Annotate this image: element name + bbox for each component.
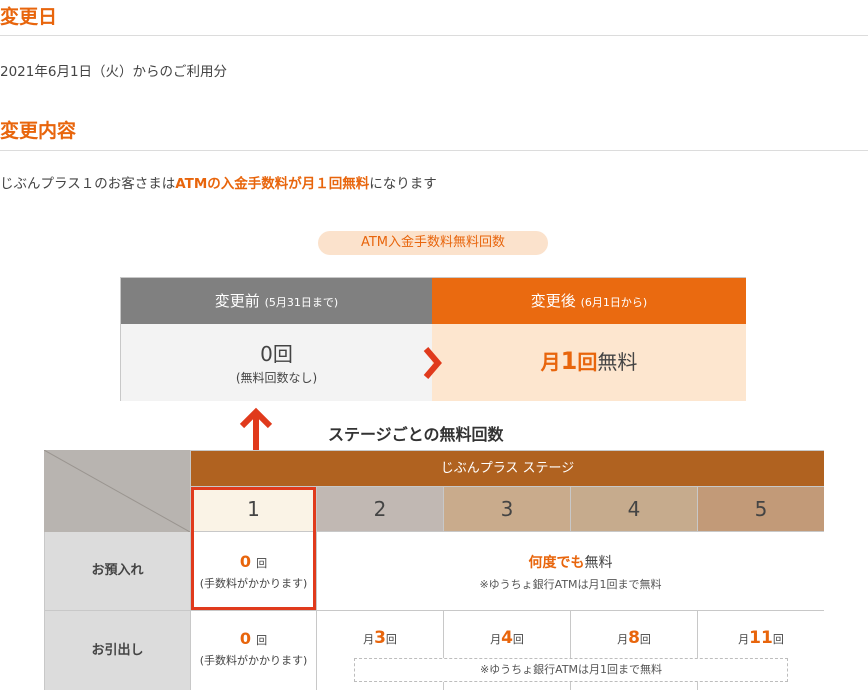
withdraw-unit: 回 [385,633,397,646]
before-value: 0回 [260,342,293,366]
withdraw-stage1-note: (手数料がかかります) [199,654,308,667]
change-date-text: 2021年6月1日（火）からのご利用分 [0,64,228,80]
row-label-deposit: お預入れ [45,532,190,610]
withdraw-prefix: 月 [738,633,750,646]
diagonal-line [43,449,191,533]
divider [0,35,868,36]
section-heading-change-content: 変更内容 [0,120,77,142]
deposit-others-text: 無料 [584,555,613,571]
divider [0,150,868,151]
stage-4-cell: 4 [571,487,697,531]
table-corner [43,449,191,533]
text-highlight: ATMの入金手数料が月１回無料 [175,176,370,192]
withdraw-count: 8 [628,628,640,648]
after-unit: 回 [577,350,598,374]
stage-table-title: ステージごとの無料回数 [328,425,504,444]
withdraw-prefix: 月 [617,633,629,646]
after-count: 1 [560,347,578,375]
after-prefix: 月 [540,350,561,374]
deposit-others-note: ※ゆうちょ銀行ATMは月1回まで無料 [479,578,662,591]
withdraw-stage1-unit: 回 [256,634,268,647]
stage-3-cell: 3 [444,487,570,531]
withdraw-unit: 回 [772,633,784,646]
section-heading-change-date: 変更日 [0,6,58,28]
deposit-others-highlight: 何度でも [528,555,585,571]
chevron-right-icon [423,347,442,379]
withdraw-count: 11 [749,628,773,648]
deposit-others-cell: 何度でも無料 ※ゆうちょ銀行ATMは月1回まで無料 [317,532,824,610]
atm-free-count-pill: ATM入金手数料無料回数 [318,231,548,255]
before-date: (5月31日まで) [264,296,339,309]
stage-band-header: じぶんプラス ステージ [191,451,824,486]
withdraw-note: ※ゆうちょ銀行ATMは月1回まで無料 [354,658,788,682]
withdraw-prefix: 月 [490,633,502,646]
before-label: 変更前 [214,292,260,310]
withdraw-prefix: 月 [363,633,375,646]
row-label-withdraw: お引出し [45,611,190,690]
before-note: (無料回数なし) [235,371,318,385]
before-header: 変更前 (5月31日まで) [121,278,432,324]
withdraw-count: 3 [374,628,386,648]
stage1-highlight-frame [191,487,316,610]
withdraw-stage1-count: 0 [239,629,252,648]
withdraw-stage1-cell: 0 回 (手数料がかかります) [191,611,316,690]
after-body: 月1回無料 [432,324,746,401]
stage-5-cell: 5 [698,487,824,531]
after-label: 変更後 [530,292,576,310]
stage-2-cell: 2 [317,487,443,531]
after-value: 月1回無料 [432,346,746,375]
after-suffix: 無料 [597,350,638,374]
after-date: (6月1日から) [580,296,648,309]
withdraw-count: 4 [501,628,513,648]
withdraw-unit: 回 [512,633,524,646]
text-after: になります [369,176,437,192]
text-before: じぶんプラス１のお客さまは [0,176,176,192]
change-content-text: じぶんプラス１のお客さまはATMの入金手数料が月１回無料になります [0,172,437,192]
before-body: 0回 (無料回数なし) [121,324,432,401]
after-header: 変更後 (6月1日から) [432,278,746,324]
withdraw-unit: 回 [639,633,651,646]
